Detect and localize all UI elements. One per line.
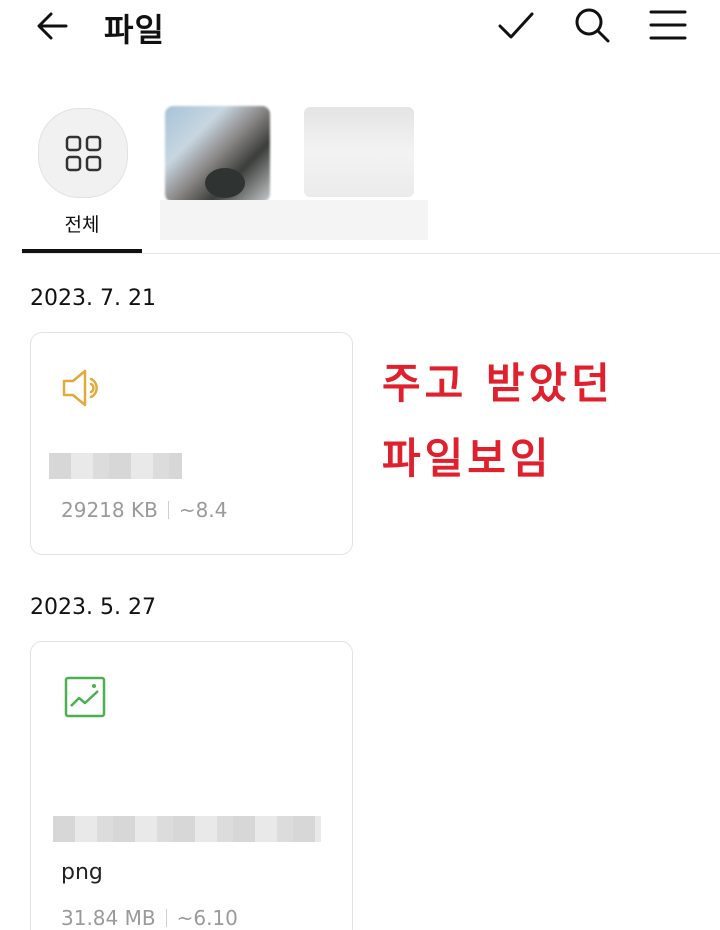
file-card-image[interactable]: png 31.84 MB ~6.10 bbox=[30, 641, 353, 930]
file-size: 31.84 MB bbox=[61, 906, 156, 930]
file-extension: png bbox=[61, 860, 103, 885]
tab-all[interactable]: 전체 bbox=[22, 100, 142, 254]
image-icon bbox=[64, 676, 106, 722]
meta-separator bbox=[167, 501, 169, 519]
tab-all-avatar bbox=[38, 108, 128, 198]
page-title: 파일 bbox=[104, 11, 165, 49]
file-name-blurred bbox=[53, 816, 321, 842]
annotation-line-2: 파일보임 bbox=[382, 434, 553, 483]
tab-chat-labels-blurred bbox=[160, 200, 428, 240]
audio-icon bbox=[61, 367, 107, 413]
back-button[interactable] bbox=[34, 8, 74, 44]
file-meta: 29218 KB ~8.4 bbox=[61, 498, 227, 522]
file-expiry: ~8.4 bbox=[178, 498, 228, 522]
menu-icon bbox=[649, 10, 687, 40]
grid-icon bbox=[65, 135, 102, 172]
tabs-divider bbox=[22, 253, 720, 254]
date-header: 2023. 5. 27 bbox=[30, 595, 156, 620]
annotation-line-1: 주고 받았던 bbox=[382, 359, 614, 408]
search-icon bbox=[575, 8, 610, 43]
date-header: 2023. 7. 21 bbox=[30, 286, 156, 311]
file-size: 29218 KB bbox=[61, 498, 158, 522]
file-expiry: ~6.10 bbox=[176, 906, 238, 930]
file-meta: 31.84 MB ~6.10 bbox=[61, 906, 238, 930]
file-name-blurred bbox=[49, 453, 182, 479]
tab-all-label: 전체 bbox=[64, 214, 100, 236]
menu-button[interactable] bbox=[648, 6, 688, 46]
tab-chat-avatar-blurred-detail bbox=[205, 168, 245, 198]
file-card-audio[interactable]: 29218 KB ~8.4 bbox=[30, 332, 353, 555]
select-button[interactable] bbox=[496, 6, 536, 46]
arrow-left-icon bbox=[37, 12, 68, 40]
search-button[interactable] bbox=[572, 6, 612, 46]
app-header: 파일 bbox=[0, 0, 720, 52]
check-icon bbox=[498, 12, 534, 39]
meta-separator bbox=[165, 909, 167, 927]
tab-chat-avatar-blurred-2[interactable] bbox=[304, 107, 414, 197]
